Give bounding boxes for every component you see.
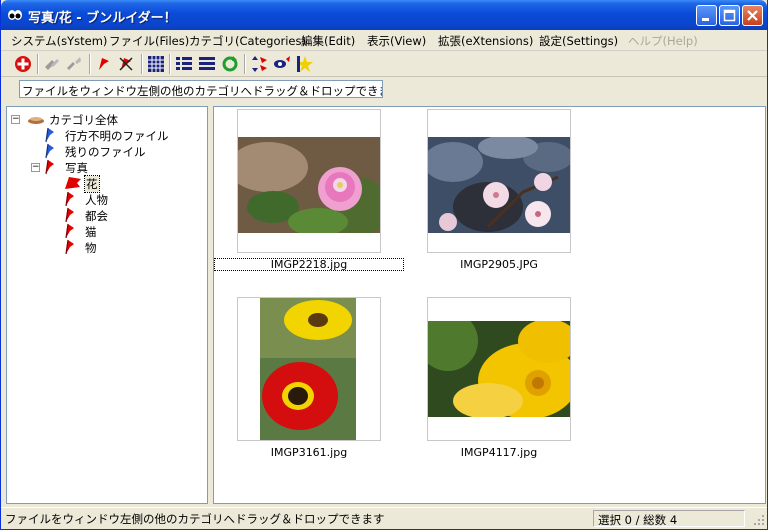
- app-eye-icon: [7, 8, 23, 22]
- red-flag-icon: [63, 191, 77, 207]
- delete-flag-icon[interactable]: [117, 55, 135, 73]
- category-tree[interactable]: − カテゴリ全体 行方不明のファイル 残りのファイル − 写真 花 人物 都会 …: [6, 106, 208, 504]
- toolbar-separator: [89, 54, 91, 74]
- tree-label: 行方不明のファイル: [65, 129, 169, 143]
- cherry-blossom-photo: [428, 137, 570, 233]
- link-icon[interactable]: [43, 55, 61, 73]
- thumbnail-image[interactable]: [237, 109, 381, 253]
- star-icon[interactable]: [296, 55, 314, 73]
- close-icon: [747, 10, 758, 21]
- toolbar-separator: [37, 54, 39, 74]
- collapse-icon[interactable]: −: [31, 163, 40, 172]
- red-flag-icon: [43, 159, 57, 175]
- thumbnail-image[interactable]: [427, 297, 571, 441]
- tree-label: 花: [84, 175, 100, 193]
- status-message: ファイルをウィンドウ左側の他のカテゴリへドラッグ＆ドロップできます: [5, 512, 385, 526]
- collapse-icon[interactable]: −: [11, 115, 20, 124]
- tree-label: 写真: [65, 161, 88, 175]
- tree-label: 人物: [85, 193, 108, 207]
- menu-edit[interactable]: 編集(Edit): [301, 33, 355, 49]
- tree-node-root[interactable]: − カテゴリ全体: [11, 111, 201, 127]
- tree-node-remaining[interactable]: 残りのファイル: [43, 143, 203, 159]
- thumbnail-view[interactable]: IMGP2218.jpg IMGP2905.JPG IMGP3161.jpg I…: [213, 106, 766, 504]
- status-count: 選択 0 / 総数 4: [593, 510, 745, 527]
- unlink-icon[interactable]: [65, 55, 83, 73]
- tulip-photo: [260, 298, 356, 440]
- tree-node-people[interactable]: 人物: [63, 191, 203, 207]
- toolbar-separator: [244, 54, 246, 74]
- flag-icon[interactable]: [95, 55, 113, 73]
- toolbar-separator: [169, 54, 171, 74]
- toolbar: [1, 51, 767, 77]
- file-name[interactable]: IMGP2218.jpg: [214, 258, 404, 271]
- menu-categories[interactable]: カテゴリ(Categories): [189, 33, 306, 49]
- tree-node-things[interactable]: 物: [63, 239, 203, 255]
- window-title: 写真/花 - ブンルイダー！: [28, 11, 177, 26]
- thumbnail-image[interactable]: [237, 297, 381, 441]
- sort-icon[interactable]: [250, 55, 268, 73]
- menu-view[interactable]: 表示(View): [367, 33, 426, 49]
- toolbar-separator: [141, 54, 143, 74]
- add-category-icon[interactable]: [14, 55, 32, 73]
- tree-label: 猫: [85, 225, 97, 239]
- list-view-icon[interactable]: [175, 55, 193, 73]
- tree-node-missing[interactable]: 行方不明のファイル: [43, 127, 203, 143]
- refresh-icon[interactable]: [221, 55, 239, 73]
- minimize-button[interactable]: [696, 5, 717, 26]
- tree-node-flowers[interactable]: 花: [63, 175, 203, 193]
- resize-grip-icon[interactable]: [753, 514, 765, 526]
- thumbnail-image[interactable]: [427, 109, 571, 253]
- menu-extensions[interactable]: 拡張(eXtensions): [438, 33, 533, 49]
- tree-label: 残りのファイル: [65, 145, 146, 159]
- find-icon[interactable]: [273, 55, 291, 73]
- hint-bar: ファイルをウィンドウ左側の他のカテゴリへドラッグ＆ドロップできます: [1, 77, 767, 105]
- app-window: 写真/花 - ブンルイダー！ システム(sYstem) ファイル(Files) …: [0, 0, 768, 530]
- title-bar[interactable]: 写真/花 - ブンルイダー！: [1, 0, 767, 30]
- menu-help: ヘルプ(Help): [628, 34, 698, 48]
- file-name[interactable]: IMGP3161.jpg: [214, 446, 404, 459]
- menu-system[interactable]: システム(sYstem): [11, 33, 107, 49]
- red-flag-icon: [63, 239, 77, 255]
- tree-label: 都会: [85, 209, 108, 223]
- menu-bar: システム(sYstem) ファイル(Files) カテゴリ(Categories…: [1, 30, 767, 51]
- yellow-flower-photo: [428, 321, 570, 417]
- menu-files[interactable]: ファイル(Files): [109, 33, 189, 49]
- detail-view-icon[interactable]: [198, 55, 216, 73]
- hint-text: ファイルをウィンドウ左側の他のカテゴリへドラッグ＆ドロップできます: [19, 80, 383, 98]
- tray-icon: [27, 111, 45, 127]
- red-flag-icon: [63, 207, 77, 223]
- red-flag-icon: [63, 223, 77, 239]
- tree-node-cats[interactable]: 猫: [63, 223, 203, 239]
- tree-node-photos[interactable]: − 写真: [31, 159, 201, 175]
- tree-node-city[interactable]: 都会: [63, 207, 203, 223]
- file-name[interactable]: IMGP2905.JPG: [404, 258, 594, 271]
- blue-flag-icon: [43, 127, 57, 143]
- red-flag-open-icon: [63, 175, 83, 191]
- tree-label: 物: [85, 241, 97, 255]
- grid-view-icon[interactable]: [147, 55, 165, 73]
- menu-settings[interactable]: 設定(Settings): [539, 33, 618, 49]
- status-bar: ファイルをウィンドウ左側の他のカテゴリへドラッグ＆ドロップできます 選択 0 /…: [1, 507, 767, 529]
- close-button[interactable]: [742, 5, 763, 26]
- maximize-button[interactable]: [719, 5, 740, 26]
- pink-flower-photo: [238, 137, 380, 233]
- blue-flag-icon: [43, 143, 57, 159]
- tree-label: カテゴリ全体: [49, 113, 118, 127]
- file-name[interactable]: IMGP4117.jpg: [404, 446, 594, 459]
